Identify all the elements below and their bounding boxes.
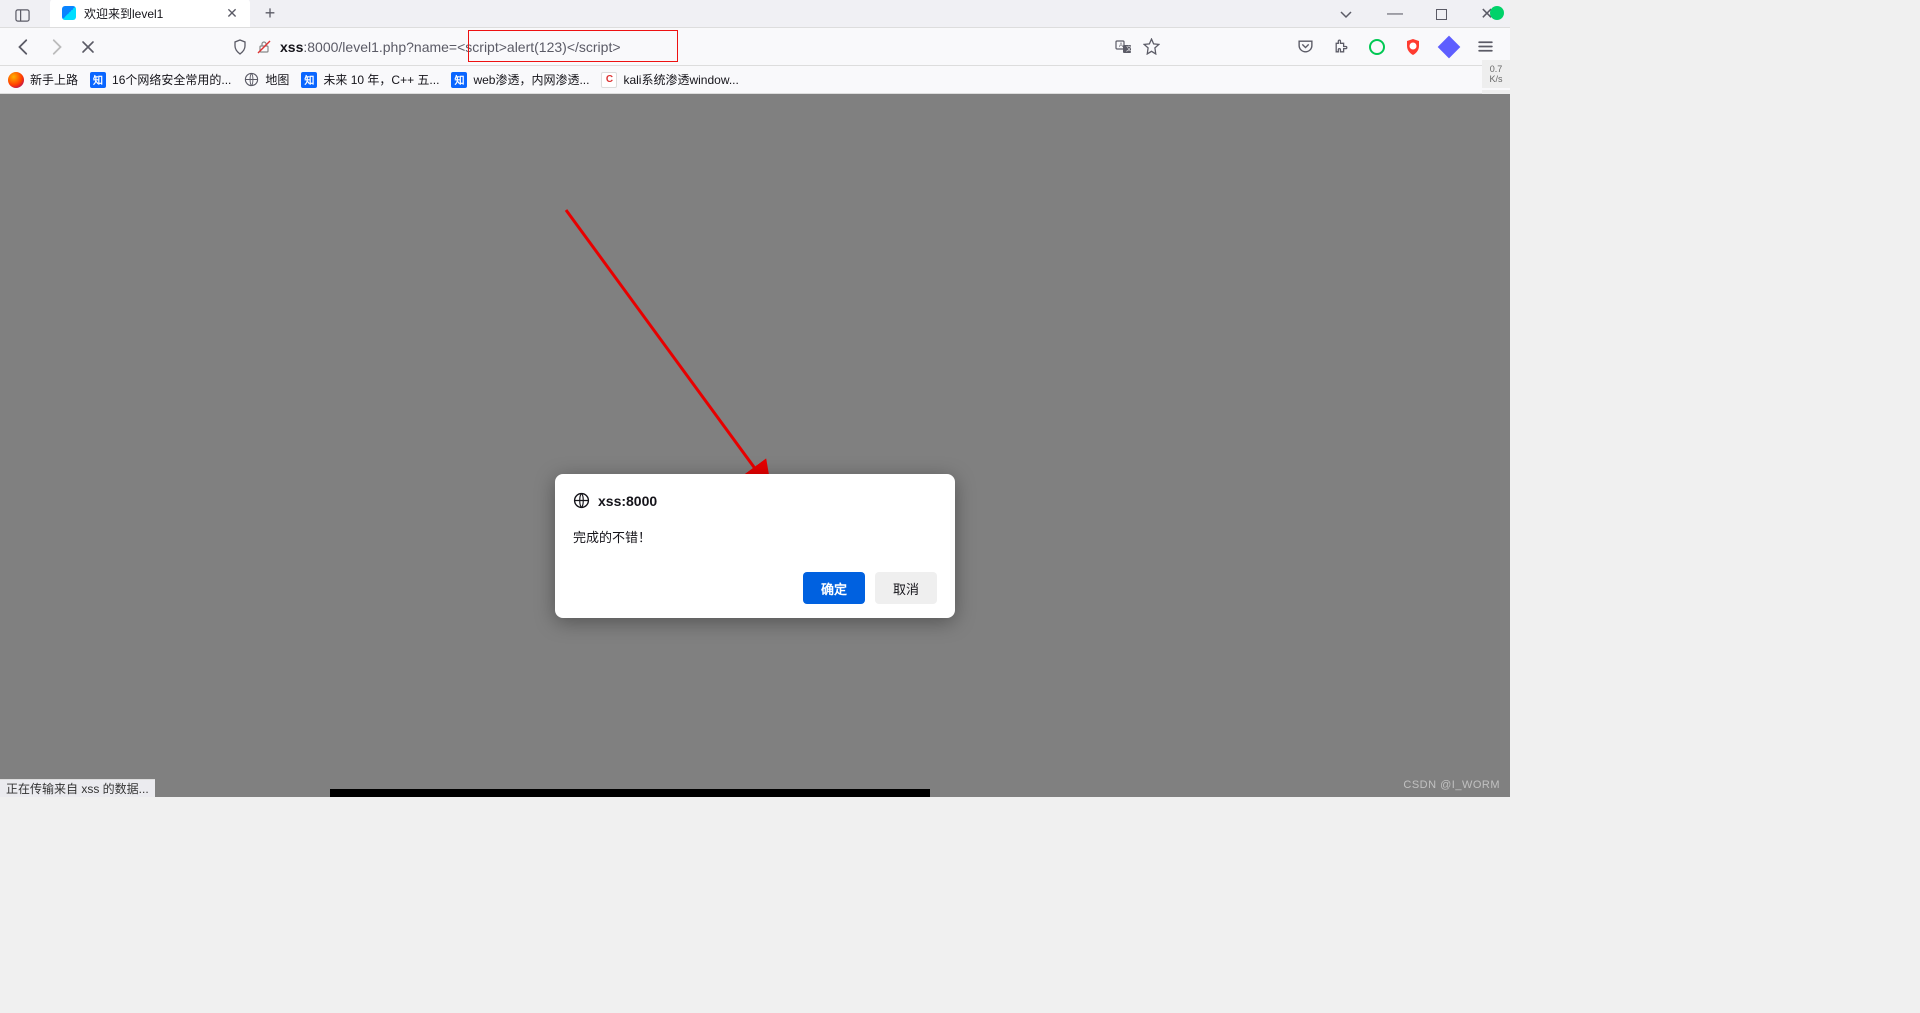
ext-purple-button[interactable]	[1438, 36, 1460, 58]
url-path: /level1.php?name=	[338, 39, 457, 55]
bookmark-star-icon[interactable]	[1143, 38, 1160, 55]
tab-bar: 欢迎来到level1 ✕ + — ✕	[0, 0, 1510, 28]
hamburger-icon	[1477, 38, 1494, 55]
dialog-origin: xss:8000	[598, 493, 657, 509]
bookmark-item[interactable]: 新手上路	[8, 71, 78, 88]
bookmark-label: 地图	[265, 71, 289, 88]
zhihu-icon: 知	[90, 72, 106, 88]
bookmark-item[interactable]: Ckali系统渗透window...	[601, 71, 738, 88]
translate-icon[interactable]: A文	[1115, 38, 1133, 56]
tab-title: 欢迎来到level1	[84, 5, 224, 22]
back-button[interactable]	[8, 31, 40, 63]
ok-button[interactable]: 确定	[803, 572, 865, 604]
net-up-value: 0.7	[1490, 64, 1503, 74]
dialog-message: 完成的不错！	[573, 527, 937, 546]
svg-text:文: 文	[1126, 45, 1132, 53]
bookmark-label: web渗透，内网渗透...	[473, 71, 589, 88]
watermark: CSDN @I_WORM	[1403, 779, 1500, 791]
ext-red-button[interactable]	[1402, 36, 1424, 58]
menu-button[interactable]	[1474, 36, 1496, 58]
bookmark-item[interactable]: 地图	[243, 71, 289, 88]
alert-dialog: xss:8000 完成的不错！ 确定 取消	[555, 474, 955, 618]
zhihu-icon: 知	[301, 72, 317, 88]
net-up-unit: K/s	[1489, 74, 1502, 84]
bookmark-label: 16个网络安全常用的...	[112, 71, 231, 88]
tab-close-button[interactable]: ✕	[224, 5, 240, 21]
toolbar-right	[1294, 36, 1496, 58]
firefox-icon	[8, 72, 24, 88]
forward-button[interactable]	[40, 31, 72, 63]
maximize-icon	[1436, 9, 1447, 20]
new-tab-button[interactable]: +	[256, 0, 284, 27]
status-dot-icon	[1490, 6, 1504, 20]
url-param: <script>alert(123)</script>	[457, 39, 620, 55]
svg-text:A: A	[1119, 43, 1123, 49]
diamond-purple-icon	[1438, 35, 1461, 58]
globe-icon	[573, 492, 590, 509]
page-content: xss:8000 完成的不错！ 确定 取消 CSDN @I_WORM	[0, 94, 1510, 797]
nav-bar: xss:8000/level1.php?name=<script>alert(1…	[0, 28, 1510, 66]
globe-icon	[243, 72, 259, 88]
zhihu-icon: 知	[451, 72, 467, 88]
bookmarks-bar: 新手上路 知16个网络安全常用的... 地图 知未来 10 年，C++ 五...…	[0, 66, 1510, 94]
circle-green-icon	[1369, 39, 1385, 55]
cancel-button[interactable]: 取消	[875, 572, 937, 604]
tab-favicon-icon	[62, 6, 76, 20]
window-controls: — ✕	[1338, 0, 1510, 28]
url-host: xss	[280, 39, 303, 55]
dialog-header: xss:8000	[573, 492, 937, 509]
panel-icon	[15, 8, 30, 23]
extensions-button[interactable]	[1330, 36, 1352, 58]
kali-icon: C	[601, 72, 617, 88]
bookmark-item[interactable]: 知 16个网络安全常用的...	[90, 71, 231, 88]
puzzle-icon	[1333, 38, 1350, 55]
browser-tab[interactable]: 欢迎来到level1 ✕	[50, 0, 250, 27]
status-text: 正在传输来自 xss 的数据...	[6, 780, 149, 797]
annotation-arrow	[560, 204, 790, 504]
close-icon	[80, 39, 96, 55]
bookmark-item[interactable]: 知 web渗透，内网渗透...	[451, 71, 589, 88]
bookmark-label: 新手上路	[30, 71, 78, 88]
bottom-black-strip	[330, 789, 930, 797]
stop-button[interactable]	[72, 31, 104, 63]
dialog-buttons: 确定 取消	[573, 572, 937, 604]
shield-red-icon	[1403, 37, 1423, 57]
net-upload: 0.7K/s	[1482, 60, 1510, 88]
sidebar-toggle-button[interactable]	[8, 3, 36, 27]
bookmark-item[interactable]: 知未来 10 年，C++ 五...	[301, 71, 439, 88]
arrow-left-icon	[15, 38, 33, 56]
ext-green-button[interactable]	[1366, 36, 1388, 58]
minimize-button[interactable]: —	[1372, 0, 1418, 28]
status-bar: 正在传输来自 xss 的数据...	[0, 779, 155, 797]
address-bar[interactable]: xss:8000/level1.php?name=<script>alert(1…	[224, 31, 1166, 63]
arrow-right-icon	[47, 38, 65, 56]
url-port: :8000	[303, 39, 338, 55]
url-text[interactable]: xss:8000/level1.php?name=<script>alert(1…	[224, 31, 1115, 63]
maximize-button[interactable]	[1418, 0, 1464, 28]
pocket-button[interactable]	[1294, 36, 1316, 58]
pocket-icon	[1297, 38, 1314, 55]
bookmark-label: kali系统渗透window...	[623, 71, 738, 88]
bookmark-label: 未来 10 年，C++ 五...	[323, 71, 439, 88]
chevron-down-icon[interactable]	[1338, 6, 1354, 22]
